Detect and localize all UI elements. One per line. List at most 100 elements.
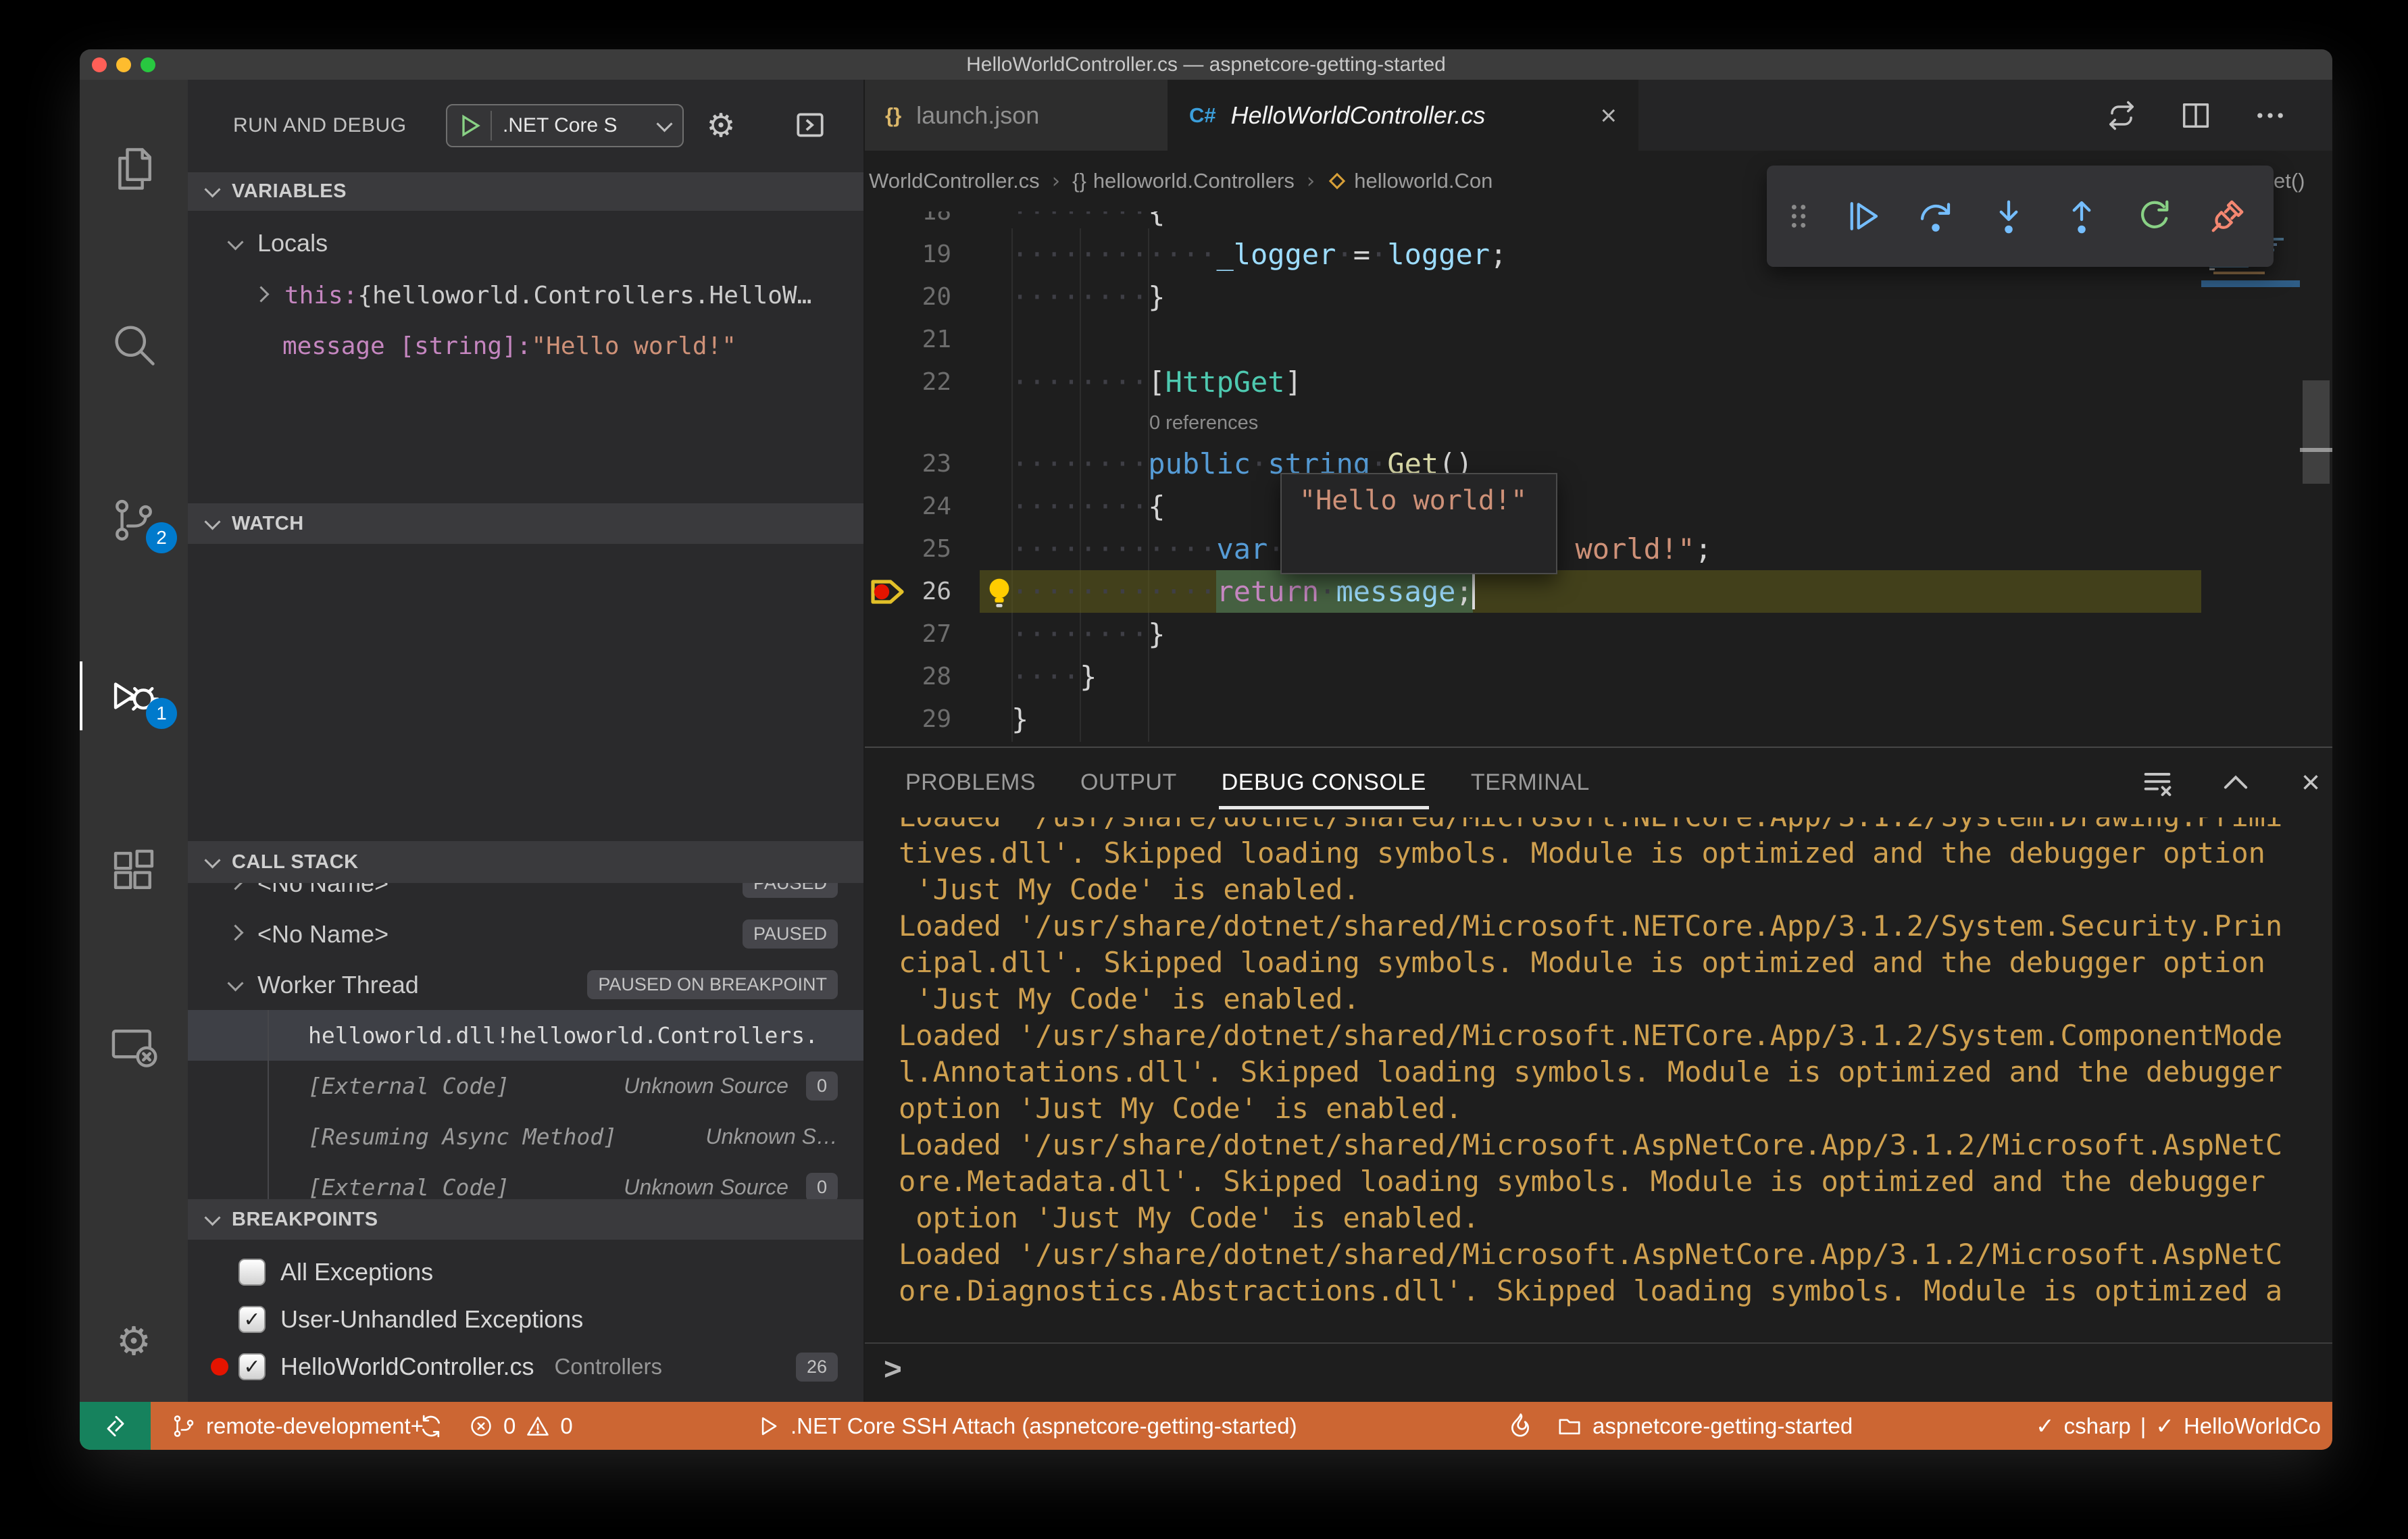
console-prompt-icon[interactable]: > (884, 1351, 902, 1387)
call-stack-row[interactable]: helloworld.dll!helloworld.Controllers. (188, 1010, 863, 1061)
restart-icon[interactable] (2118, 166, 2191, 267)
code-line[interactable]: 29} (865, 698, 2300, 740)
search-icon[interactable] (80, 307, 188, 382)
close-panel-icon[interactable]: × (2284, 748, 2332, 817)
breakpoint-label: User-Unhandled Exceptions (280, 1305, 584, 1333)
step-out-icon[interactable] (2045, 166, 2118, 267)
breakpoint-row[interactable]: ✓ HelloWorldController.cs Controllers 26 (188, 1343, 863, 1390)
code-text: ············return·message; (1011, 570, 1473, 613)
json-braces-icon: {} (885, 103, 902, 127)
code-line[interactable]: 28 ····} (865, 655, 2300, 698)
code-line[interactable]: 22 ········[HttpGet] (865, 361, 2300, 403)
call-stack-row[interactable]: Worker Thread PAUSED ON BREAKPOINT (188, 959, 863, 1010)
breakpoint-row[interactable]: ✓ User-Unhandled Exceptions (188, 1296, 863, 1343)
console-line: ore.Diagnostics.Abstractions.dll'. Skipp… (899, 1274, 2283, 1307)
explorer-icon[interactable] (80, 132, 188, 206)
code-line[interactable]: 27 ········} (865, 613, 2300, 655)
code-line[interactable]: 21 (865, 318, 2300, 361)
code-text: ········} (1011, 617, 1165, 651)
tab-helloworldcontroller[interactable]: C# HelloWorldController.cs × (1169, 80, 1638, 151)
folder-status[interactable]: aspnetcore-getting-started (1556, 1402, 1853, 1450)
remote-indicator[interactable] (80, 1402, 151, 1450)
launch-config-dropdown[interactable]: .NET Core S (446, 104, 684, 147)
thread-state-badge: PAUSED ON BREAKPOINT (587, 970, 838, 999)
panel-tab-debug-console[interactable]: DEBUG CONSOLE (1218, 748, 1429, 817)
code-line[interactable]: 25············var·message·=·"Hello world… (865, 528, 2300, 570)
maximize-panel-icon[interactable] (2209, 748, 2263, 817)
lightbulb-icon[interactable] (984, 576, 1015, 613)
run-and-debug-icon[interactable]: 1 (80, 659, 188, 733)
extensions-icon[interactable] (80, 834, 188, 909)
checkbox[interactable]: ✓ (239, 1353, 266, 1380)
call-stack-row[interactable]: <No Name> PAUSED (188, 909, 863, 959)
variable-this-row[interactable]: this: {helloworld.Controllers.HelloW… (188, 271, 863, 320)
editor-scrollbar[interactable] (2300, 151, 2332, 747)
start-debug-icon[interactable] (457, 112, 484, 139)
code-text: ············_logger·=·logger; (1011, 238, 1507, 271)
remote-explorer-icon[interactable] (80, 1010, 188, 1084)
open-panel-icon[interactable] (792, 107, 828, 143)
titlebar[interactable]: HelloWorldController.cs — aspnetcore-get… (80, 49, 2332, 80)
code-line[interactable]: 26 ············return·message; (865, 570, 2300, 613)
locals-row[interactable]: Locals (188, 219, 863, 268)
scrollbar-thumb[interactable] (2303, 380, 2330, 484)
code-line[interactable]: 23 ········public·string·Get() (865, 443, 2300, 485)
split-editor-icon[interactable] (2165, 80, 2226, 151)
step-into-icon[interactable] (1972, 166, 2045, 267)
console-line: Loaded '/usr/share/dotnet/shared/Microso… (899, 817, 2332, 835)
problems-status[interactable]: 0 0 (468, 1402, 573, 1450)
disconnect-icon[interactable] (2191, 166, 2264, 267)
call-stack-row[interactable]: [External Code] Unknown Source 0 (188, 1061, 863, 1111)
branch-status[interactable]: remote-development+ (171, 1402, 424, 1450)
tab-launch-json[interactable]: {} launch.json (865, 80, 1169, 151)
variables-section-header[interactable]: VARIABLES (188, 172, 863, 211)
sync-status[interactable] (418, 1402, 445, 1450)
debug-console-output[interactable]: Loaded '/usr/share/dotnet/shared/Microso… (865, 817, 2332, 1342)
line-number: 28 (922, 663, 951, 690)
tooltip-value: "Hello world!" (1299, 485, 1528, 516)
continue-icon[interactable] (1826, 166, 1899, 267)
breadcrumb-item[interactable]: helloworld.Con (1354, 169, 1493, 193)
stack-frame-line-badge: 0 (805, 1071, 838, 1101)
drag-handle-icon[interactable] (1772, 166, 1826, 267)
panel-tab-terminal[interactable]: TERMINAL (1471, 748, 1590, 817)
debug-target-status[interactable]: .NET Core SSH Attach (aspnetcore-getting… (755, 1402, 1297, 1450)
screen: HelloWorldController.cs — aspnetcore-get… (0, 0, 2408, 1539)
settings-gear-icon[interactable]: ⚙ (80, 1304, 188, 1378)
source-control-badge: 2 (146, 522, 177, 553)
console-line: option 'Just My Code' is enabled. (899, 1092, 1463, 1125)
checkbox[interactable] (239, 1259, 266, 1286)
codelens[interactable]: 0 references (1149, 403, 1258, 443)
checkbox[interactable]: ✓ (239, 1306, 266, 1333)
code-line[interactable]: 24 ········{ (865, 485, 2300, 528)
step-over-icon[interactable] (1899, 166, 1972, 267)
more-actions-icon[interactable] (2240, 80, 2301, 151)
call-stack-row[interactable]: [Resuming Async Method] Unknown S… (188, 1111, 863, 1162)
vscode-window: HelloWorldController.cs — aspnetcore-get… (80, 49, 2332, 1450)
code-line[interactable]: 20 ········} (865, 276, 2300, 318)
flame-status[interactable] (1507, 1402, 1534, 1450)
breadcrumb-tail[interactable]: et() (2274, 151, 2305, 211)
breadcrumb-item[interactable]: helloworld.Controllers (1093, 169, 1295, 193)
variable-message-row[interactable]: message [string]: "Hello world!" (188, 322, 863, 370)
watch-section-header[interactable]: WATCH (188, 503, 863, 544)
thread-state-badge: PAUSED (742, 919, 838, 949)
locals-label: Locals (257, 229, 328, 257)
clear-console-icon[interactable] (2130, 748, 2184, 817)
call-stack-section-header[interactable]: CALL STACK (188, 841, 863, 883)
variable-value: "Hello world!" (531, 332, 736, 360)
debug-badge: 1 (146, 698, 177, 729)
panel-tab-problems[interactable]: PROBLEMS (905, 748, 1036, 817)
source-control-icon[interactable]: 2 (80, 483, 188, 557)
configure-gear-icon[interactable]: ⚙ (699, 104, 743, 147)
breadcrumb-item[interactable]: WorldController.cs (869, 169, 1040, 193)
open-changes-icon[interactable] (2091, 80, 2152, 151)
close-tab-icon[interactable]: × (1600, 99, 1617, 132)
breakpoints-section-header[interactable]: BREAKPOINTS (188, 1199, 863, 1240)
stack-frame-name: [External Code] (308, 1073, 510, 1099)
language-status[interactable]: ✓ csharp | ✓ HelloWorldCo (2036, 1402, 2332, 1450)
debug-toolbar[interactable] (1767, 166, 2274, 267)
panel-tab-output[interactable]: OUTPUT (1080, 748, 1177, 817)
breakpoint-current-glyph[interactable] (869, 575, 907, 612)
breakpoint-row[interactable]: All Exceptions (188, 1248, 863, 1296)
